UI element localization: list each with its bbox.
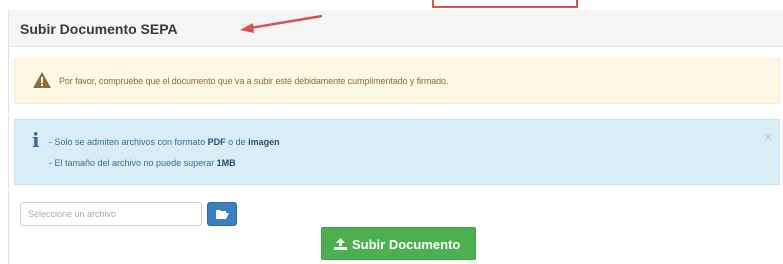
info-line-formats-middle: o de: [228, 137, 246, 147]
panel-title: Subir Documento SEPA: [20, 21, 178, 37]
info-line-formats: - Solo se admiten archivos con formato P…: [49, 137, 280, 147]
info-format-pdf: PDF: [207, 137, 226, 147]
upload-icon: [334, 238, 347, 250]
info-alert: i - Solo se admiten archivos con formato…: [14, 119, 780, 185]
folder-open-icon: [216, 210, 229, 219]
info-format-imagen: imagen: [248, 137, 280, 147]
warning-alert: Por favor, compruebe que el documento qu…: [14, 58, 780, 104]
info-line-size: - El tamaño del archivo no puede superar…: [49, 158, 236, 168]
upload-button-label: Subir Documento: [352, 237, 461, 252]
info-line-formats-prefix: - Solo se admiten archivos con formato: [49, 137, 206, 147]
annotation-arrow: [240, 14, 323, 33]
info-size-limit: 1MB: [216, 158, 236, 168]
annotation-box: [432, 0, 578, 8]
info-line-size-prefix: - El tamaño del archivo no puede superar: [49, 158, 215, 168]
warning-text: Por favor, compruebe que el documento qu…: [59, 76, 449, 86]
warning-triangle-icon: [32, 71, 52, 94]
file-input[interactable]: [20, 202, 202, 226]
info-icon: i: [32, 128, 40, 152]
close-icon[interactable]: ×: [764, 129, 772, 145]
upload-document-button[interactable]: Subir Documento: [321, 227, 476, 260]
browse-button[interactable]: [207, 202, 237, 226]
panel-header: Subir Documento SEPA: [9, 10, 783, 47]
